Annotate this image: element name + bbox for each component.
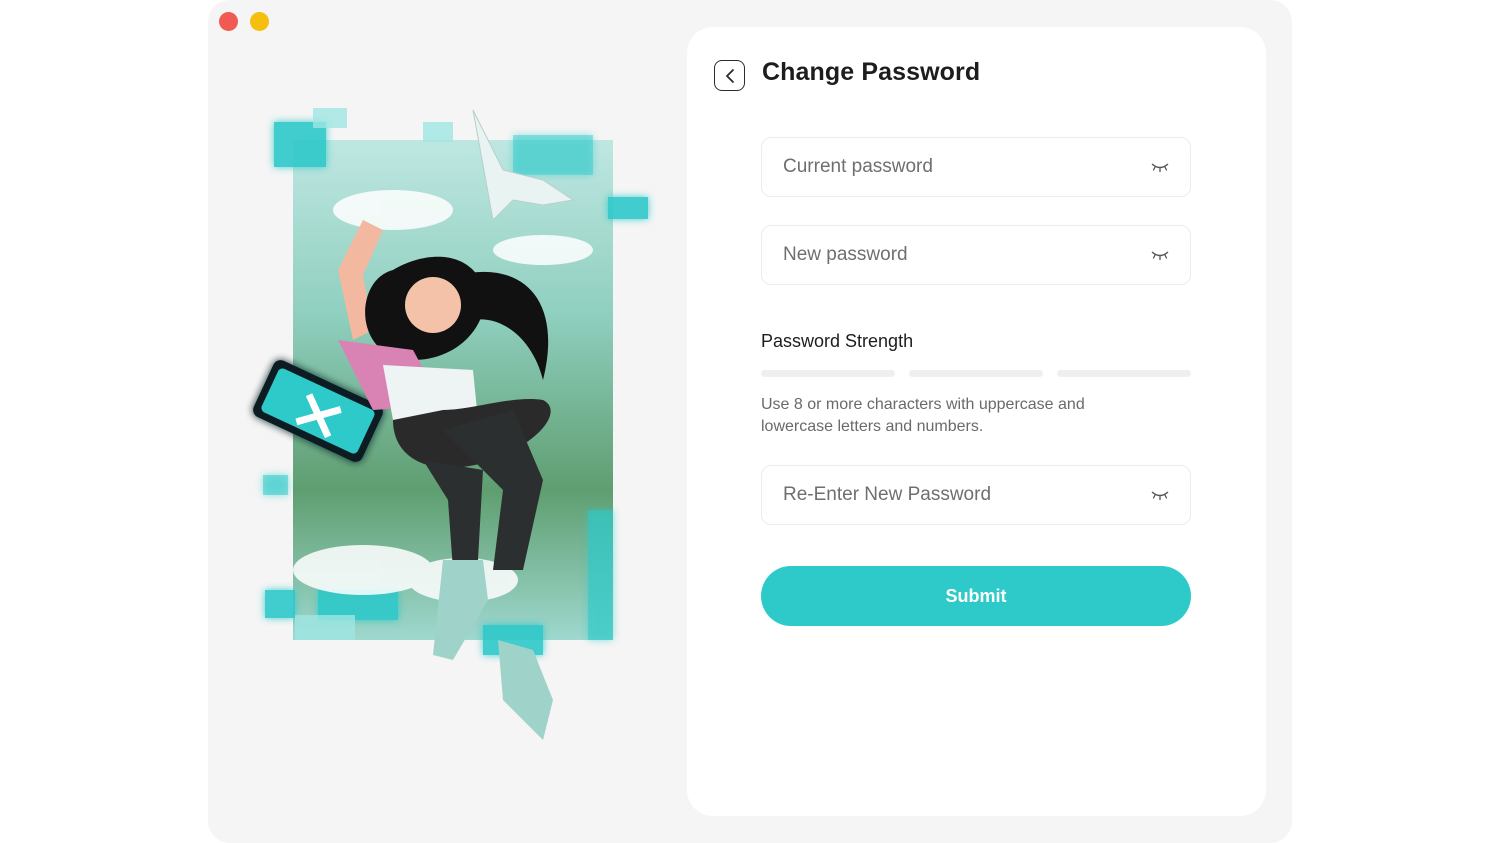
confirm-password-input[interactable] <box>783 484 1150 506</box>
page-title: Change Password <box>762 58 981 86</box>
change-password-card: Change Password Password Strength Use 8 … <box>687 27 1266 816</box>
close-window-button[interactable] <box>219 12 238 31</box>
hero-illustration <box>253 108 648 740</box>
new-password-input[interactable] <box>783 244 1150 266</box>
eye-closed-icon[interactable] <box>1150 489 1170 501</box>
minimize-window-button[interactable] <box>250 12 269 31</box>
chevron-left-icon <box>725 68 734 83</box>
eye-closed-icon[interactable] <box>1150 249 1170 261</box>
new-password-field[interactable] <box>761 225 1191 285</box>
current-password-field[interactable] <box>761 137 1191 197</box>
confirm-password-field[interactable] <box>761 465 1191 525</box>
strength-segment <box>761 370 895 377</box>
eye-closed-icon[interactable] <box>1150 161 1170 173</box>
password-hint: Use 8 or more characters with uppercase … <box>761 396 1085 435</box>
strength-segment <box>1057 370 1191 377</box>
submit-button[interactable]: Submit <box>761 566 1191 626</box>
password-strength-meter <box>761 370 1191 378</box>
current-password-input[interactable] <box>783 156 1150 178</box>
strength-segment <box>909 370 1043 377</box>
back-button[interactable] <box>714 60 745 91</box>
app-window: Change Password Password Strength Use 8 … <box>208 0 1292 843</box>
password-strength-label: Password Strength <box>761 331 914 351</box>
